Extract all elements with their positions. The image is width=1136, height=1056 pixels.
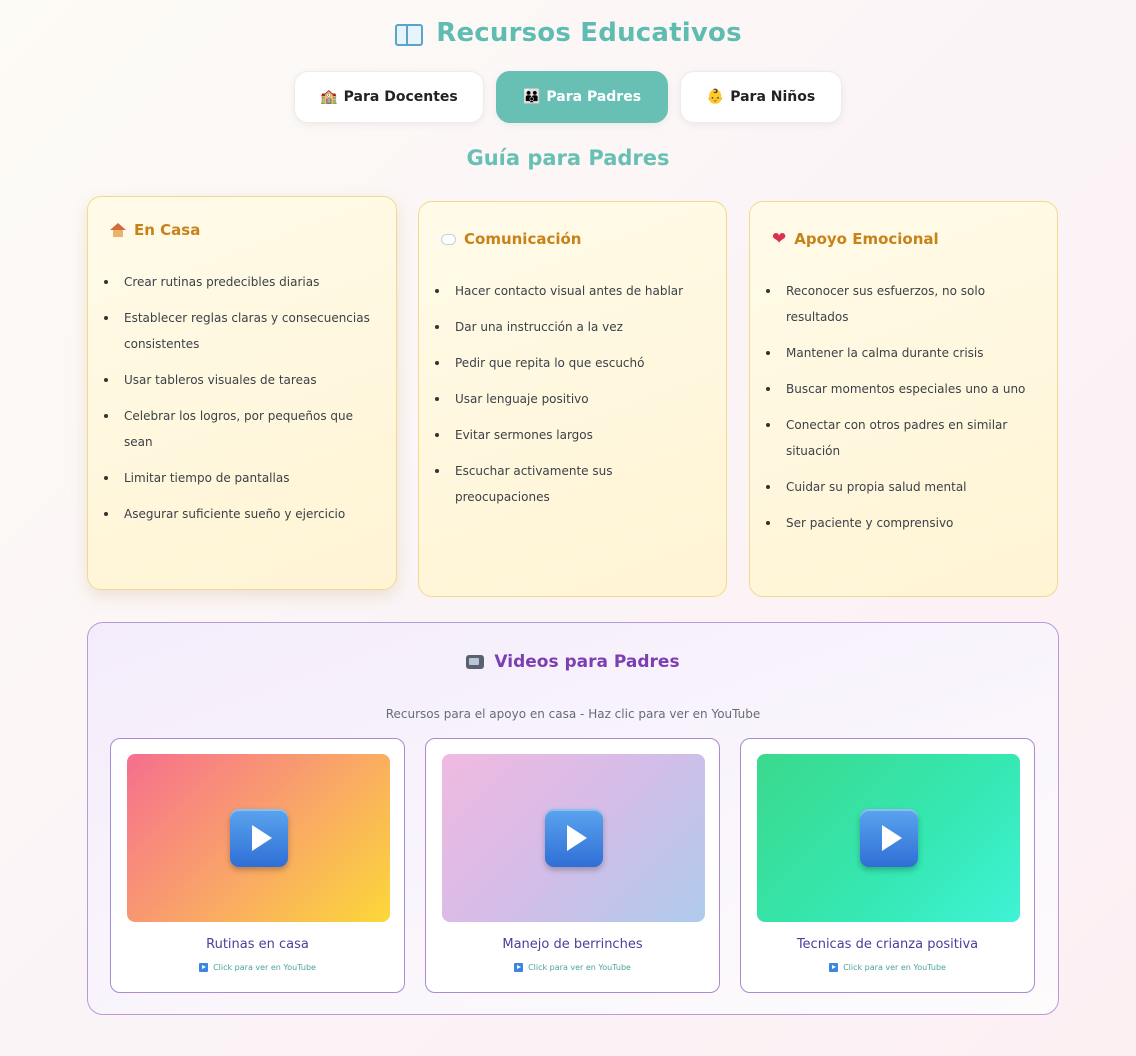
play-icon bbox=[829, 963, 839, 972]
list-item: Usar lenguaje positivo bbox=[435, 386, 708, 412]
list-item: Conectar con otros padres en similar sit… bbox=[766, 412, 1039, 464]
list-item: Crear rutinas predecibles diarias bbox=[104, 269, 378, 295]
page-title: Recursos Educativos bbox=[436, 18, 742, 48]
tips-list: Hacer contacto visual antes de hablar Da… bbox=[435, 278, 708, 520]
videos-title: Videos para Padres bbox=[494, 652, 680, 672]
list-item: Usar tableros visuales de tareas bbox=[104, 367, 378, 393]
youtube-link-label: Click para ver en YouTube bbox=[528, 963, 631, 972]
card-en-casa: En Casa Crear rutinas predecibles diaria… bbox=[87, 196, 397, 590]
card-title: Comunicación bbox=[464, 230, 582, 248]
list-item: Dar una instrucción a la vez bbox=[435, 314, 708, 340]
section-title: Guía para Padres bbox=[466, 146, 670, 170]
tab-para-padres[interactable]: 👪 Para Padres bbox=[496, 71, 668, 123]
list-item: Limitar tiempo de pantallas bbox=[104, 465, 378, 491]
family-icon: 👪 bbox=[522, 89, 541, 105]
card-title: Apoyo Emocional bbox=[794, 230, 939, 248]
heart-icon: ❤ bbox=[772, 228, 787, 249]
list-item: Celebrar los logros, por pequeños que se… bbox=[104, 403, 378, 455]
tab-label: Para Docentes bbox=[343, 89, 458, 105]
card-header: Comunicación bbox=[441, 230, 581, 248]
tab-label: Para Niños bbox=[730, 89, 816, 105]
play-icon[interactable] bbox=[859, 809, 918, 867]
video-title[interactable]: Tecnicas de crianza positiva bbox=[741, 937, 1034, 952]
card-apoyo-emocional: ❤ Apoyo Emocional Reconocer sus esfuerzo… bbox=[749, 201, 1058, 597]
audience-tabs: 🏫 Para Docentes 👪 Para Padres 👶 Para Niñ… bbox=[0, 71, 1136, 123]
tv-icon bbox=[466, 655, 485, 669]
video-thumbnail[interactable] bbox=[757, 754, 1020, 922]
video-thumbnail[interactable] bbox=[442, 754, 705, 922]
list-item: Evitar sermones largos bbox=[435, 422, 708, 448]
list-item: Pedir que repita lo que escuchó bbox=[435, 350, 708, 376]
card-header: En Casa bbox=[110, 221, 200, 239]
videos-section: Videos para Padres Recursos para el apoy… bbox=[87, 622, 1059, 1015]
tips-list: Crear rutinas predecibles diarias Establ… bbox=[104, 269, 378, 537]
tab-para-ninos[interactable]: 👶 Para Niños bbox=[680, 71, 842, 123]
page-header: Recursos Educativos bbox=[0, 18, 1136, 48]
speech-bubble-icon bbox=[441, 233, 456, 245]
card-comunicacion: Comunicación Hacer contacto visual antes… bbox=[418, 201, 727, 597]
video-thumbnail[interactable] bbox=[127, 754, 390, 922]
play-icon bbox=[514, 963, 524, 972]
list-item: Ser paciente y comprensivo bbox=[766, 510, 1039, 536]
play-icon[interactable] bbox=[229, 809, 288, 867]
list-item: Establecer reglas claras y consecuencias… bbox=[104, 305, 378, 357]
list-item: Asegurar suficiente sueño y ejercicio bbox=[104, 501, 378, 527]
play-icon bbox=[199, 963, 209, 972]
page: Recursos Educativos 🏫 Para Docentes 👪 Pa… bbox=[0, 0, 1136, 1056]
list-item: Mantener la calma durante crisis bbox=[766, 340, 1039, 366]
video-card-berrinches[interactable]: Manejo de berrinches Click para ver en Y… bbox=[425, 738, 720, 993]
youtube-link[interactable]: Click para ver en YouTube bbox=[426, 963, 719, 972]
list-item: Hacer contacto visual antes de hablar bbox=[435, 278, 708, 304]
list-item: Buscar momentos especiales uno a uno bbox=[766, 376, 1039, 402]
video-title[interactable]: Rutinas en casa bbox=[111, 937, 404, 952]
videos-header: Videos para Padres bbox=[88, 652, 1058, 672]
videos-description: Recursos para el apoyo en casa - Haz cli… bbox=[385, 707, 761, 721]
video-card-rutinas[interactable]: Rutinas en casa Click para ver en YouTub… bbox=[110, 738, 405, 993]
video-title[interactable]: Manejo de berrinches bbox=[426, 937, 719, 952]
list-item: Reconocer sus esfuerzos, no solo resulta… bbox=[766, 278, 1039, 330]
card-title: En Casa bbox=[134, 221, 201, 239]
play-icon[interactable] bbox=[544, 809, 603, 867]
house-icon bbox=[110, 223, 126, 237]
school-icon: 🏫 bbox=[320, 89, 338, 105]
video-card-crianza[interactable]: Tecnicas de crianza positiva Click para … bbox=[740, 738, 1035, 993]
youtube-link-label: Click para ver en YouTube bbox=[843, 963, 946, 972]
list-item: Escuchar activamente sus preocupaciones bbox=[435, 458, 708, 510]
youtube-link[interactable]: Click para ver en YouTube bbox=[111, 963, 404, 972]
youtube-link[interactable]: Click para ver en YouTube bbox=[741, 963, 1034, 972]
tips-list: Reconocer sus esfuerzos, no solo resulta… bbox=[766, 278, 1039, 546]
tab-label: Para Padres bbox=[546, 89, 642, 105]
youtube-link-label: Click para ver en YouTube bbox=[213, 963, 316, 972]
list-item: Cuidar su propia salud mental bbox=[766, 474, 1039, 500]
open-book-icon bbox=[394, 21, 424, 46]
tab-para-docentes[interactable]: 🏫 Para Docentes bbox=[294, 71, 484, 123]
baby-icon: 👶 bbox=[706, 89, 725, 105]
card-header: ❤ Apoyo Emocional bbox=[772, 230, 939, 248]
